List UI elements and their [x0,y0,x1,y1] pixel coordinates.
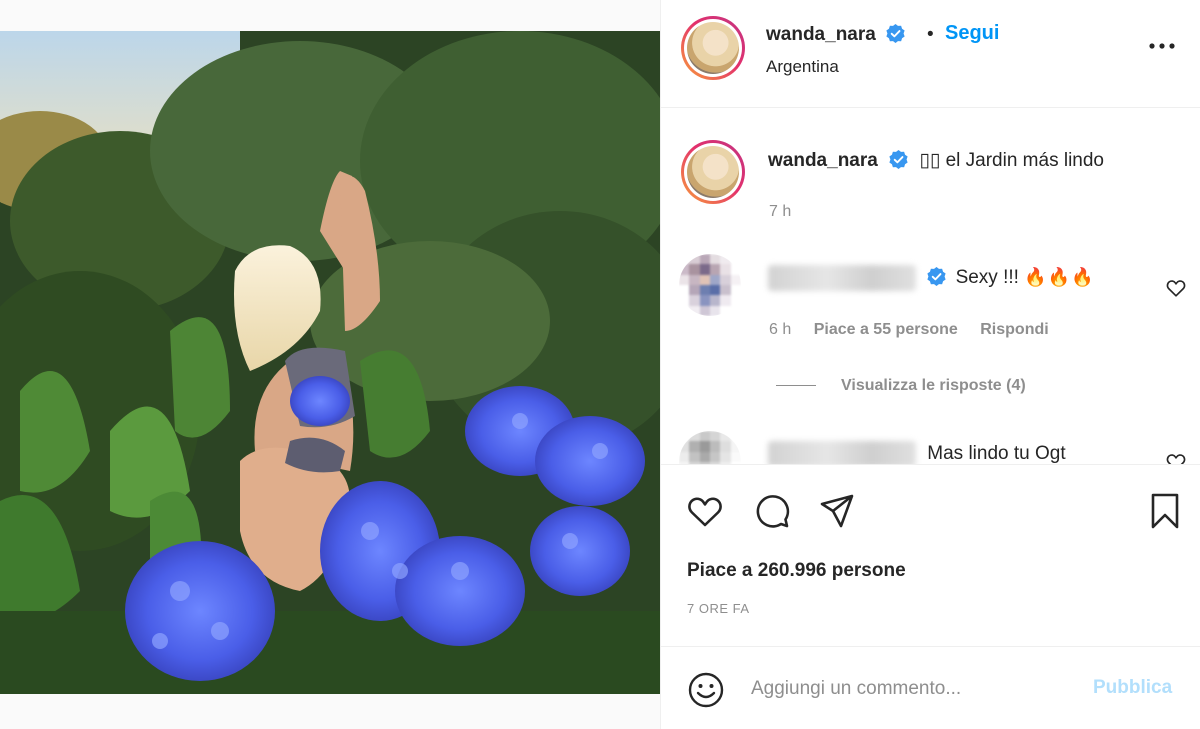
comment-line-1: Sexy !!! 🔥🔥🔥 [768,265,1094,291]
reply-button[interactable]: Rispondi [980,321,1048,338]
author-username[interactable]: wanda_nara [766,24,876,45]
fire-emoji: 🔥🔥🔥 [1024,267,1095,288]
post-actions: Piace a 260.996 persone 7 ORE FA [661,464,1200,644]
commenter-avatar-pixelated[interactable] [679,254,741,316]
comment-icon[interactable] [752,491,792,531]
caption-text: ▯▯ el Jardin más lindo [919,150,1104,171]
more-horizontal-icon[interactable] [1147,36,1177,56]
caption-time[interactable]: 7 h [769,203,791,221]
post-timestamp[interactable]: 7 ORE FA [687,601,750,616]
instagram-post-page: wanda_nara • Segui Argentina wanda_nara [0,0,1200,729]
comment-text: Sexy !!! [955,267,1019,289]
publish-button[interactable]: Pubblica [1093,677,1172,699]
share-icon[interactable] [817,491,857,531]
comments-section[interactable]: wanda_nara ▯▯ el Jardin más lindo 7 h Se… [661,109,1200,464]
comment-like-heart-icon[interactable] [1165,451,1187,464]
verified-badge-icon [889,150,908,169]
comment-time[interactable]: 6 h [769,321,791,338]
emoji-icon[interactable] [687,671,725,709]
comment-line-2: Mas lindo tu Ogt [768,441,1066,464]
heart-icon[interactable] [685,491,725,531]
post-header: wanda_nara • Segui Argentina [661,0,1200,108]
view-replies-button[interactable]: Visualizza le risposte (4) [776,377,1026,395]
caption-line: wanda_nara ▯▯ el Jardin más lindo [768,149,1104,172]
blurred-username[interactable] [768,265,916,291]
comment-meta: 6 h Piace a 55 persone Rispondi [769,321,1067,339]
comment-text: Mas lindo tu Ogt [927,443,1066,464]
comment-input[interactable] [751,673,1081,705]
post-photo[interactable] [0,31,660,694]
commenter-avatar-pixelated[interactable] [679,431,741,464]
verified-badge-icon [927,267,946,287]
post-sidebar: wanda_nara • Segui Argentina wanda_nara [660,0,1200,729]
post-photo-image [0,31,660,694]
caption-avatar[interactable] [681,140,745,204]
photo-panel [0,0,660,729]
add-comment-bar: Pubblica [661,646,1200,729]
bookmark-icon[interactable] [1145,491,1185,531]
comment-likes[interactable]: Piace a 55 persone [814,321,958,338]
verified-badge-icon [886,24,905,43]
header-separator: • [927,24,934,45]
comment-like-heart-icon[interactable] [1165,277,1187,299]
author-username-row[interactable]: wanda_nara [766,24,905,46]
post-location[interactable]: Argentina [766,57,839,77]
blurred-username[interactable] [768,441,916,464]
follow-button[interactable]: Segui [945,22,999,45]
replies-divider-line [776,385,816,387]
likes-count[interactable]: Piace a 260.996 persone [687,560,906,582]
author-avatar[interactable] [681,16,745,80]
view-replies-label: Visualizza le risposte (4) [841,377,1026,394]
caption-username[interactable]: wanda_nara [768,150,878,171]
